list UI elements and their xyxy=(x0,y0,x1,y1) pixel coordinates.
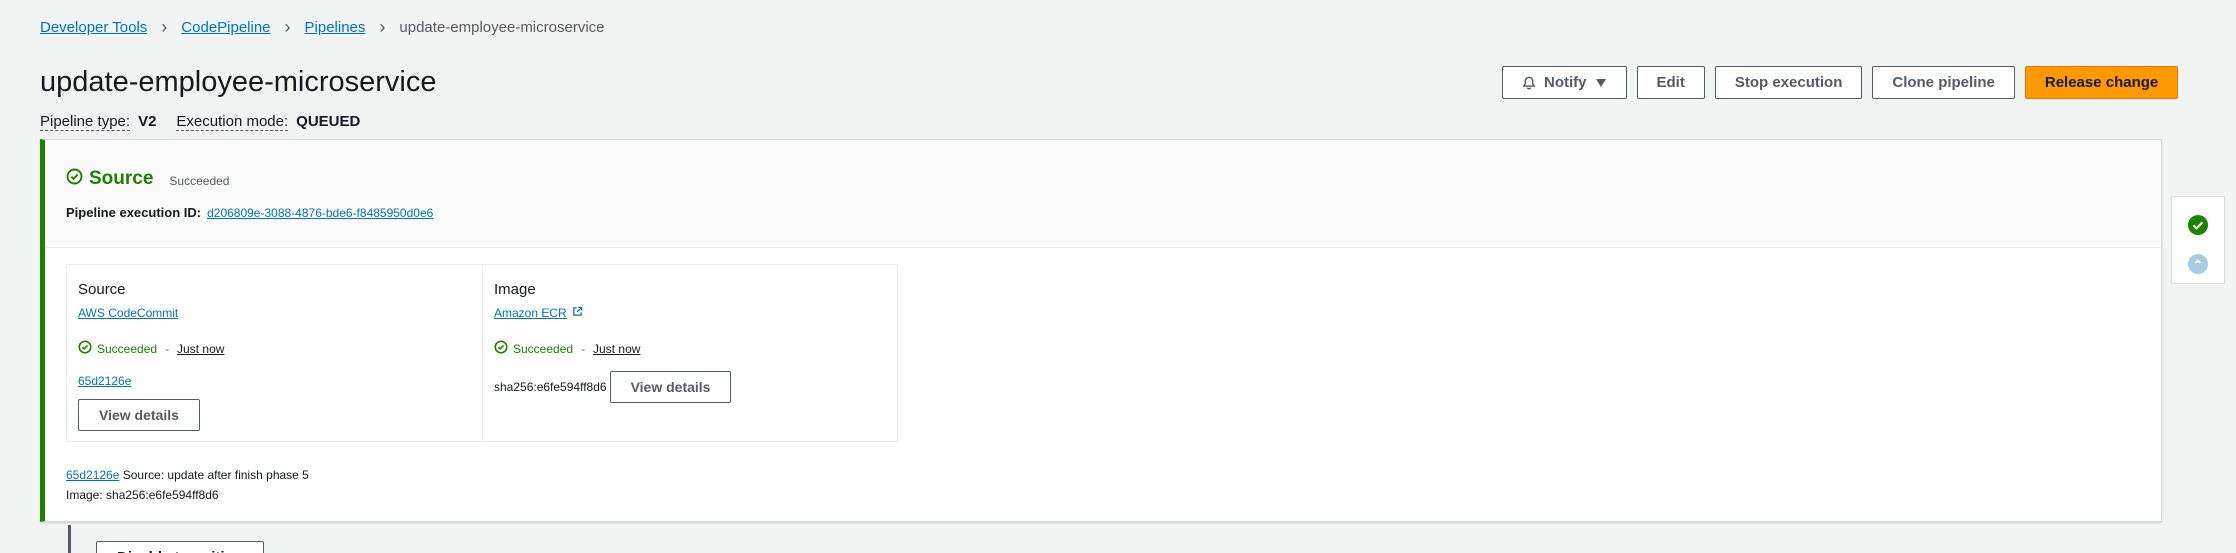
chevron-right-icon: › xyxy=(379,17,386,37)
action-status: Succeeded - Just now xyxy=(78,340,471,357)
header-actions: Notify Edit Stop execution Clone pipelin… xyxy=(1502,66,2179,99)
release-change-button[interactable]: Release change xyxy=(2024,66,2179,99)
check-circle-icon xyxy=(66,168,83,190)
notify-button[interactable]: Notify xyxy=(1502,66,1627,99)
page-title: update-employee-microservice xyxy=(40,66,437,98)
execution-mode-label: Execution mode: xyxy=(176,113,289,131)
external-link-icon xyxy=(572,306,583,320)
stage-actions: Source AWS CodeCommit Succeeded - Just n… xyxy=(66,264,898,442)
notify-label: Notify xyxy=(1544,74,1587,91)
summary-image-line: Image: sha256:e6fe594ff8d6 xyxy=(66,488,219,502)
summary-commit-message: Source: update after finish phase 5 xyxy=(122,468,309,482)
provider-row: Amazon ECR xyxy=(494,306,583,320)
chevron-right-icon: › xyxy=(161,17,168,37)
status-text: Succeeded xyxy=(97,341,158,356)
image-digest-row: sha256:e6fe594ff8d6 View details xyxy=(494,371,886,403)
action-title: Source xyxy=(78,281,126,298)
execution-id-label: Pipeline execution ID: xyxy=(66,205,202,220)
transition-connector xyxy=(68,525,71,553)
commit-link[interactable]: 65d2126e xyxy=(78,374,471,388)
breadcrumb-current: update-employee-microservice xyxy=(399,18,605,36)
breadcrumb-pipelines[interactable]: Pipelines xyxy=(305,19,366,36)
pipeline-type-label: Pipeline type: xyxy=(40,113,131,131)
provider-link[interactable]: AWS CodeCommit xyxy=(78,306,178,320)
disable-transition-button[interactable]: Disable transition xyxy=(96,541,264,553)
stage-status: Succeeded xyxy=(169,173,230,188)
stage-succeeded-icon[interactable] xyxy=(2187,214,2209,241)
breadcrumb-developer-tools[interactable]: Developer Tools xyxy=(40,19,147,36)
pipeline-type-value: V2 xyxy=(138,113,157,130)
stage-header: Source Succeeded Pipeline execution ID: d… xyxy=(45,140,2161,248)
summary-commit-row: 65d2126e Source: update after finish pha… xyxy=(66,465,309,485)
stage-title: Source Succeeded xyxy=(66,168,2161,190)
separator: - xyxy=(581,341,586,356)
edit-button[interactable]: Edit xyxy=(1636,66,1705,99)
stage-pending-icon[interactable] xyxy=(2187,253,2209,280)
breadcrumb: Developer Tools › CodePipeline › Pipelin… xyxy=(40,18,605,36)
view-details-button[interactable]: View details xyxy=(609,371,732,403)
bell-icon xyxy=(1522,76,1536,90)
separator: - xyxy=(165,341,170,356)
stop-execution-button[interactable]: Stop execution xyxy=(1714,66,1863,99)
execution-id-row: Pipeline execution ID: d206809e-3088-4876… xyxy=(66,205,2161,220)
status-time[interactable]: Just now xyxy=(177,342,224,356)
provider-link[interactable]: Amazon ECR xyxy=(494,306,567,320)
chevron-right-icon: › xyxy=(284,17,291,37)
status-text: Succeeded xyxy=(513,341,574,356)
view-details-button[interactable]: View details xyxy=(78,399,200,431)
breadcrumb-codepipeline[interactable]: CodePipeline xyxy=(181,19,270,36)
caret-down-icon xyxy=(1595,78,1607,88)
pipeline-meta: Pipeline type: V2 Execution mode: QUEUED xyxy=(40,113,361,131)
execution-mode-value: QUEUED xyxy=(296,113,361,130)
status-time[interactable]: Just now xyxy=(593,342,640,356)
execution-mode: Execution mode: QUEUED xyxy=(176,113,361,131)
execution-summary: 65d2126e Source: update after finish pha… xyxy=(66,465,309,505)
stage-navigator xyxy=(2171,196,2225,284)
source-stage-panel: Source Succeeded Pipeline execution ID: d… xyxy=(40,139,2162,522)
execution-id-link[interactable]: d206809e-3088-4876-bde6-f8485950d0e6 xyxy=(207,206,433,220)
image-digest: sha256:e6fe594ff8d6 xyxy=(494,380,607,394)
summary-commit-link[interactable]: 65d2126e xyxy=(66,468,119,482)
stage-name: Source xyxy=(89,168,154,189)
pipeline-type: Pipeline type: V2 xyxy=(40,113,157,131)
action-status: Succeeded - Just now xyxy=(494,340,886,357)
clone-pipeline-button[interactable]: Clone pipeline xyxy=(1872,66,2015,99)
check-circle-icon xyxy=(78,340,92,357)
action-card-image: Image Amazon ECR Succeeded - Just now sh… xyxy=(482,265,897,441)
action-card-source: Source AWS CodeCommit Succeeded - Just n… xyxy=(67,265,482,441)
check-circle-icon xyxy=(494,340,508,357)
action-title: Image xyxy=(494,281,536,298)
